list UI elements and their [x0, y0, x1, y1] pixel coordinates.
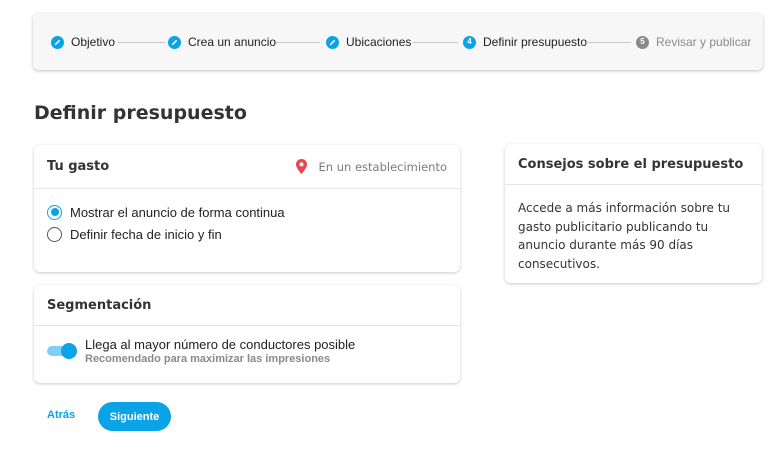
step-connector [586, 42, 631, 43]
toggle-sublabel: Recomendado para maximizar las impresion… [85, 353, 331, 365]
step-connector [276, 42, 320, 43]
reach-toggle[interactable] [47, 343, 77, 359]
step-label: Objetivo [71, 35, 116, 49]
toggle-knob [61, 343, 77, 359]
step-objetivo[interactable]: Objetivo [51, 34, 115, 50]
step-label: Crea un anuncio [188, 35, 277, 49]
step-number-badge: 5 [636, 35, 649, 49]
step-revisar-publicar[interactable]: 5 Revisar y publicar [636, 34, 751, 50]
radio-date-range[interactable]: Definir fecha de inicio y fin [34, 223, 460, 245]
segmentation-card: Segmentación Llega al mayor número de co… [34, 285, 460, 383]
step-definir-presupuesto[interactable]: 4 Definir presupuesto [463, 34, 587, 50]
step-label: Definir presupuesto [483, 35, 588, 49]
budget-tips-card: Consejos sobre el presupuesto Accede a m… [505, 144, 762, 283]
reach-toggle-row: Llega al mayor número de conductores pos… [34, 326, 460, 366]
pencil-icon [51, 35, 64, 49]
spend-card-title: Tu gasto [47, 159, 110, 174]
progress-stepper: Objetivo Crea un anuncio Ubicaciones 4 D… [33, 13, 763, 70]
step-crea-anuncio[interactable]: Crea un anuncio [168, 34, 276, 50]
location-text: En un establecimiento [318, 159, 447, 174]
step-number-badge: 4 [463, 35, 476, 49]
toggle-label: Llega al mayor número de conductores pos… [85, 337, 356, 352]
spend-card-header: Tu gasto En un establecimiento [34, 145, 460, 189]
tips-card-header: Consejos sobre el presupuesto [505, 144, 762, 185]
step-label: Revisar y publicar [656, 35, 752, 49]
radio-label: Mostrar el anuncio de forma continua [70, 204, 285, 220]
tips-body: Accede a más información sobre tu gasto … [518, 201, 731, 271]
pencil-icon [326, 35, 339, 49]
segmentation-card-title: Segmentación [47, 297, 152, 313]
radio-button[interactable] [47, 226, 62, 242]
back-link[interactable]: Atrás [47, 409, 75, 421]
step-connector [413, 42, 458, 43]
map-pin-icon [295, 159, 307, 174]
radio-label: Definir fecha de inicio y fin [70, 226, 222, 242]
location-info: En un establecimiento [295, 159, 447, 174]
radio-button-checked[interactable] [47, 204, 62, 220]
radio-continuous[interactable]: Mostrar el anuncio de forma continua [34, 201, 460, 223]
next-button[interactable]: Siguiente [98, 402, 171, 431]
pencil-icon [168, 35, 181, 49]
step-ubicaciones[interactable]: Ubicaciones [326, 34, 411, 50]
step-label: Ubicaciones [346, 35, 412, 49]
tips-card-title: Consejos sobre el presupuesto [518, 156, 744, 172]
page-title: Definir presupuesto [34, 102, 247, 124]
step-connector [118, 42, 165, 43]
spend-card: Tu gasto En un establecimiento Mostrar e… [34, 145, 460, 272]
segmentation-card-header: Segmentación [34, 285, 460, 326]
